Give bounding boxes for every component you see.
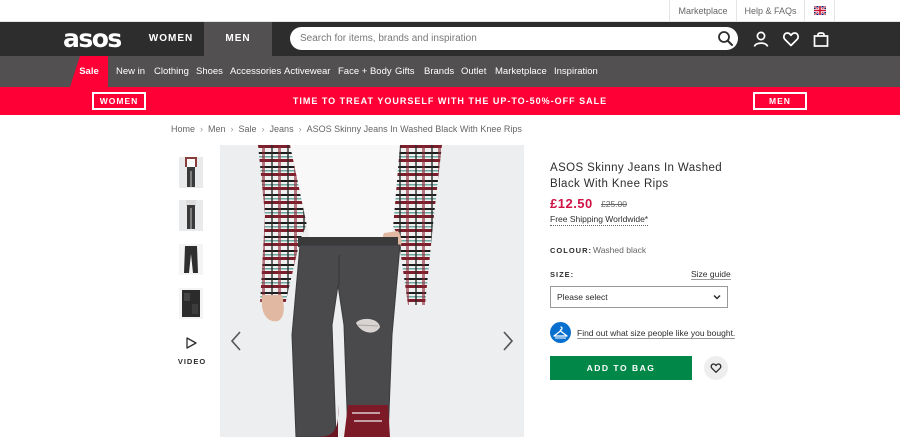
nav-item-inspiration[interactable]: Inspiration [554,56,598,87]
util-help-link[interactable]: Help & FAQs [736,0,804,22]
breadcrumb-separator: › [261,124,265,134]
category-nav: Sale New in Clothing Shoes Accessories A… [0,56,900,87]
promo-text[interactable]: TIME TO TREAT YOURSELF WITH THE UP-TO-50… [200,87,700,115]
breadcrumb-current: ASOS Skinny Jeans In Washed Black With K… [306,124,522,134]
free-shipping-link[interactable]: Free Shipping Worldwide* [550,214,649,226]
nav-item-activewear[interactable]: Activewear [284,56,330,87]
bag-icon[interactable] [812,30,830,48]
nav-item-brands[interactable]: Brands [424,56,454,87]
util-marketplace-link[interactable]: Marketplace [669,0,736,22]
breadcrumb-separator: › [200,124,204,134]
product-main-image [220,145,524,437]
fit-assistant-icon[interactable] [550,322,571,343]
heart-icon [710,363,722,373]
breadcrumb-jeans[interactable]: Jeans [270,124,294,134]
product-title: ASOS Skinny Jeans In Washed Black With K… [550,162,723,190]
save-for-later-button[interactable] [704,356,728,380]
breadcrumb: Home › Men › Sale › Jeans › ASOS Skinny Jeans In… [171,124,522,134]
breadcrumb-separator: › [230,124,234,134]
breadcrumb-sale[interactable]: Sale [239,124,257,134]
video-label[interactable]: VIDEO [176,357,208,366]
play-icon[interactable] [185,337,197,349]
account-icon[interactable] [752,30,770,48]
nav-item-face-body[interactable]: Face + Body [338,56,392,87]
size-guide-link[interactable]: Size guide [691,269,731,280]
search-input[interactable] [300,27,710,50]
breadcrumb-separator: › [298,124,302,134]
thumbnail-image [179,200,203,231]
fit-assistant-link[interactable]: Find out what size people like you bough… [577,328,736,339]
nav-item-sale[interactable]: Sale [70,56,108,87]
nav-item-accessories[interactable]: Accessories [230,56,281,87]
product-photo [220,145,524,437]
search-icon[interactable] [717,30,734,47]
thumbnail-2[interactable] [179,200,203,231]
promo-women-button[interactable]: WOMEN [92,92,146,110]
nav-item-clothing[interactable]: Clothing [154,56,189,87]
previous-image-arrow-icon[interactable] [228,330,244,352]
nav-item-marketplace[interactable]: Marketplace [495,56,547,87]
country-selector[interactable] [804,0,835,22]
previous-price: £25.00 [601,199,627,209]
size-label: SIZE: [550,270,575,279]
tab-women[interactable]: WOMEN [138,22,204,56]
add-to-bag-button[interactable]: ADD TO BAG [550,356,692,380]
nav-item-shoes[interactable]: Shoes [196,56,223,87]
promo-banner: WOMEN TIME TO TREAT YOURSELF WITH THE UP… [0,87,900,115]
size-select[interactable]: Please select [550,286,728,308]
thumbnail-4[interactable] [179,288,203,319]
tab-men[interactable]: MEN [204,22,272,56]
nav-item-gifts[interactable]: Gifts [395,56,415,87]
site-header: asos WOMEN MEN [0,22,900,56]
search-bar [290,27,738,50]
colour-label: COLOUR: [550,246,592,255]
size-select-value: Please select [557,292,608,302]
thumbnail-image [179,157,203,188]
current-price: £12.50 [550,196,593,211]
breadcrumb-men[interactable]: Men [208,124,226,134]
uk-flag-icon [813,6,826,16]
thumbnail-1[interactable] [179,157,203,188]
thumbnail-image [179,244,203,275]
promo-men-button[interactable]: MEN [753,92,807,110]
asos-logo[interactable]: asos [63,24,122,54]
utility-bar: Marketplace Help & FAQs [0,0,900,22]
thumbnail-image [179,288,203,319]
thumbnail-3[interactable] [179,244,203,275]
chevron-down-icon [713,294,721,300]
next-image-arrow-icon[interactable] [500,330,516,352]
colour-value: Washed black [593,245,647,255]
nav-item-outlet[interactable]: Outlet [461,56,486,87]
nav-item-new-in[interactable]: New in [116,56,145,87]
heart-icon[interactable] [782,30,800,48]
breadcrumb-home[interactable]: Home [171,124,195,134]
